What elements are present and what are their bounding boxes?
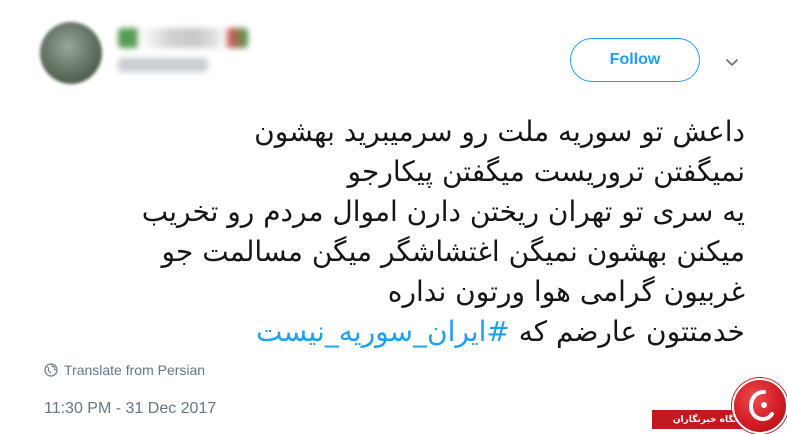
tweet-line-text: خدمتتون عارضم که bbox=[509, 315, 745, 348]
translate-label: Translate from Persian bbox=[64, 362, 206, 378]
tweet-line: میکنن بهشون نمیگن اغتشاشگر میگن مسالمت ج… bbox=[161, 235, 745, 268]
watermark-emblem-icon bbox=[732, 378, 787, 434]
user-display-name-blurred[interactable] bbox=[118, 28, 248, 48]
tweet-text: داعش تو سوریه ملت رو سرمیبرید بهشون نمیگ… bbox=[45, 112, 745, 352]
chevron-down-icon[interactable] bbox=[722, 52, 742, 72]
watermark-logo: باشگاه خبرنگاران bbox=[650, 372, 787, 434]
tweet-card: Follow داعش تو سوریه ملت رو سرمیبرید بهش… bbox=[0, 0, 787, 434]
tweet-timestamp[interactable]: 11:30 PM - 31 Dec 2017 bbox=[44, 400, 216, 418]
tweet-line-last: خدمتتون عارضم که #ایران_سوریه_نیست bbox=[45, 312, 745, 352]
hashtag-link[interactable]: #ایران_سوریه_نیست bbox=[256, 315, 510, 348]
avatar[interactable] bbox=[40, 22, 102, 84]
tweet-line: یه سری تو تهران ریختن دارن اموال مردم رو… bbox=[141, 195, 745, 228]
follow-button-label: Follow bbox=[609, 51, 661, 68]
tweet-line: داعش تو سوریه ملت رو سرمیبرید بهشون bbox=[254, 115, 745, 148]
follow-button[interactable]: Follow bbox=[570, 38, 700, 82]
globe-icon bbox=[44, 363, 58, 377]
tweet-line: نمیگفتن تروریست میگفتن پیکارجو bbox=[347, 155, 745, 188]
user-handle-blurred[interactable] bbox=[118, 58, 208, 72]
tweet-line: غربیون گرامی هوا ورتون نداره bbox=[387, 275, 745, 308]
translate-link[interactable]: Translate from Persian bbox=[44, 362, 205, 378]
